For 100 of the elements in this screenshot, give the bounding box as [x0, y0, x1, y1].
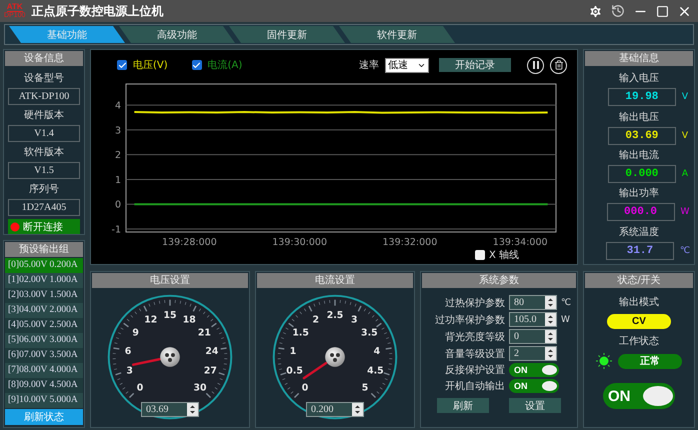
- dial-knob: [160, 347, 180, 367]
- dial-needle[interactable]: [132, 358, 161, 366]
- axis-label: 139:32:000: [382, 237, 438, 248]
- axis-label: 3: [114, 125, 121, 136]
- checkbox-label: X 轴线: [489, 248, 520, 262]
- value-field: V1.5: [8, 162, 80, 179]
- dial-label: 9: [132, 328, 139, 339]
- clock-icon[interactable]: [609, 4, 627, 18]
- axis-label: 139:28:000: [162, 237, 217, 248]
- number-field[interactable]: 105.0: [509, 312, 557, 327]
- dial-label: 15: [163, 310, 177, 322]
- reading-label: 输出功率: [619, 186, 659, 200]
- dial-label: 5: [362, 382, 368, 394]
- output-switch[interactable]: ON: [603, 383, 675, 409]
- param-label: 过功率保护参数: [434, 314, 505, 326]
- legend-label: 电流(A): [208, 58, 242, 72]
- reading-value: 03.69: [608, 126, 676, 145]
- dial-label: 21: [198, 328, 211, 339]
- dial-label: 12: [144, 314, 158, 326]
- field-label: 序列号: [29, 182, 59, 196]
- dial-label: 0.5: [286, 366, 303, 377]
- value-field: ATK-DP100: [8, 88, 80, 105]
- window-title: 正点原子数控电源上位机: [31, 2, 164, 20]
- reading-value: 000.0: [606, 203, 675, 222]
- dial-label: 3: [126, 366, 133, 377]
- stepper-icon[interactable]: [545, 296, 556, 309]
- number-field[interactable]: 0.200: [306, 402, 364, 417]
- dial-label: 3: [351, 314, 358, 326]
- value-field: V1.4: [8, 125, 80, 142]
- stepper-icon[interactable]: [545, 330, 556, 343]
- preset-item[interactable]: [3]04.00V 2.000A: [5, 303, 83, 318]
- unit-label: ℃: [680, 246, 690, 256]
- preset-item[interactable]: [9]10.00V 5.000A: [5, 393, 83, 408]
- param-label: 反接保护设置: [444, 364, 505, 377]
- axis-label: 4: [114, 100, 121, 112]
- trash-icon[interactable]: [550, 56, 567, 74]
- tab[interactable]: 高级功能: [119, 26, 235, 43]
- number-field[interactable]: 2: [509, 346, 557, 361]
- dial-label: 18: [182, 314, 196, 326]
- dial-label: 2.5: [326, 310, 344, 322]
- dial-label: 2: [312, 314, 319, 326]
- mode-indicator: CV: [607, 314, 671, 329]
- dial-label: 6: [124, 346, 132, 357]
- checkbox[interactable]: [117, 60, 127, 70]
- tab[interactable]: 固件更新: [229, 26, 345, 43]
- pause-icon[interactable]: [527, 56, 544, 74]
- mode-label: 输出模式: [619, 296, 659, 309]
- dial-label: 24: [205, 346, 218, 357]
- reading-value: 0.000: [608, 164, 676, 183]
- stepper-icon[interactable]: [352, 403, 363, 416]
- rate-label: 速率: [359, 58, 379, 72]
- record-button[interactable]: 开始记录: [439, 58, 511, 72]
- preset-item[interactable]: [7]08.00V 4.000A: [5, 363, 83, 378]
- checkbox[interactable]: [192, 60, 202, 70]
- panel-header: 基础信息: [585, 51, 693, 66]
- stepper-icon[interactable]: [545, 313, 556, 326]
- panel-header: 设备信息: [5, 51, 83, 66]
- dial-label: 0: [302, 382, 308, 394]
- preset-item[interactable]: [5]06.00V 3.000A: [5, 333, 83, 348]
- reading-label: 输出电压: [618, 110, 659, 124]
- toggle-switch[interactable]: ON: [509, 363, 559, 377]
- axis-label: 0: [114, 200, 121, 211]
- preset-item[interactable]: [4]05.00V 2.500A: [5, 318, 83, 333]
- dial-label: 3.5: [361, 328, 378, 339]
- preset-item[interactable]: [6]07.00V 3.500A: [5, 348, 83, 363]
- reading-label: 输出电流: [618, 148, 659, 162]
- preset-item[interactable]: [1]02.00V 1.000A: [5, 273, 83, 288]
- axis-label: 139:34:000: [492, 237, 548, 248]
- disconnect-button[interactable]: 断开连接: [8, 219, 80, 234]
- preset-item[interactable]: [0]05.00V 0.200A: [5, 258, 83, 273]
- stepper-icon[interactable]: [545, 347, 556, 360]
- dial-knob: [325, 347, 345, 367]
- dial-label: 0: [136, 382, 144, 394]
- checkbox[interactable]: [475, 250, 485, 260]
- number-field[interactable]: 0: [509, 329, 557, 344]
- action-button[interactable]: 设置: [509, 398, 561, 413]
- panel-header: 状态/开关: [585, 273, 693, 288]
- number-field[interactable]: 80: [509, 295, 557, 310]
- param-label: 开机自动输出: [444, 380, 505, 393]
- tab[interactable]: 软件更新: [339, 26, 455, 43]
- unit-label: ℃: [561, 298, 572, 308]
- panel-header: 电流设置: [257, 273, 413, 288]
- action-button[interactable]: 刷新: [437, 398, 489, 413]
- panel-header: 预设输出组: [5, 242, 83, 257]
- param-label: 音量等级设置: [444, 348, 505, 360]
- rate-select[interactable]: 低速: [385, 58, 429, 72]
- preset-item[interactable]: [8]09.00V 4.500A: [5, 378, 83, 393]
- axis-label: 139:30:000: [272, 237, 328, 248]
- unit-label: A: [682, 168, 688, 179]
- dial-needle[interactable]: [302, 362, 328, 380]
- param-label: 过热保护参数: [444, 296, 505, 310]
- toggle-switch[interactable]: ON: [509, 379, 559, 393]
- reading-label: 系统温度: [618, 226, 659, 239]
- unit-label: W: [561, 314, 571, 324]
- stepper-icon[interactable]: [187, 403, 198, 416]
- dial-label: 4.5: [367, 366, 384, 377]
- preset-item[interactable]: [2]03.00V 1.500A: [5, 288, 83, 303]
- unit-label: W: [680, 207, 690, 218]
- maximize-icon[interactable]: [654, 4, 671, 18]
- number-field[interactable]: 03.69: [141, 402, 199, 417]
